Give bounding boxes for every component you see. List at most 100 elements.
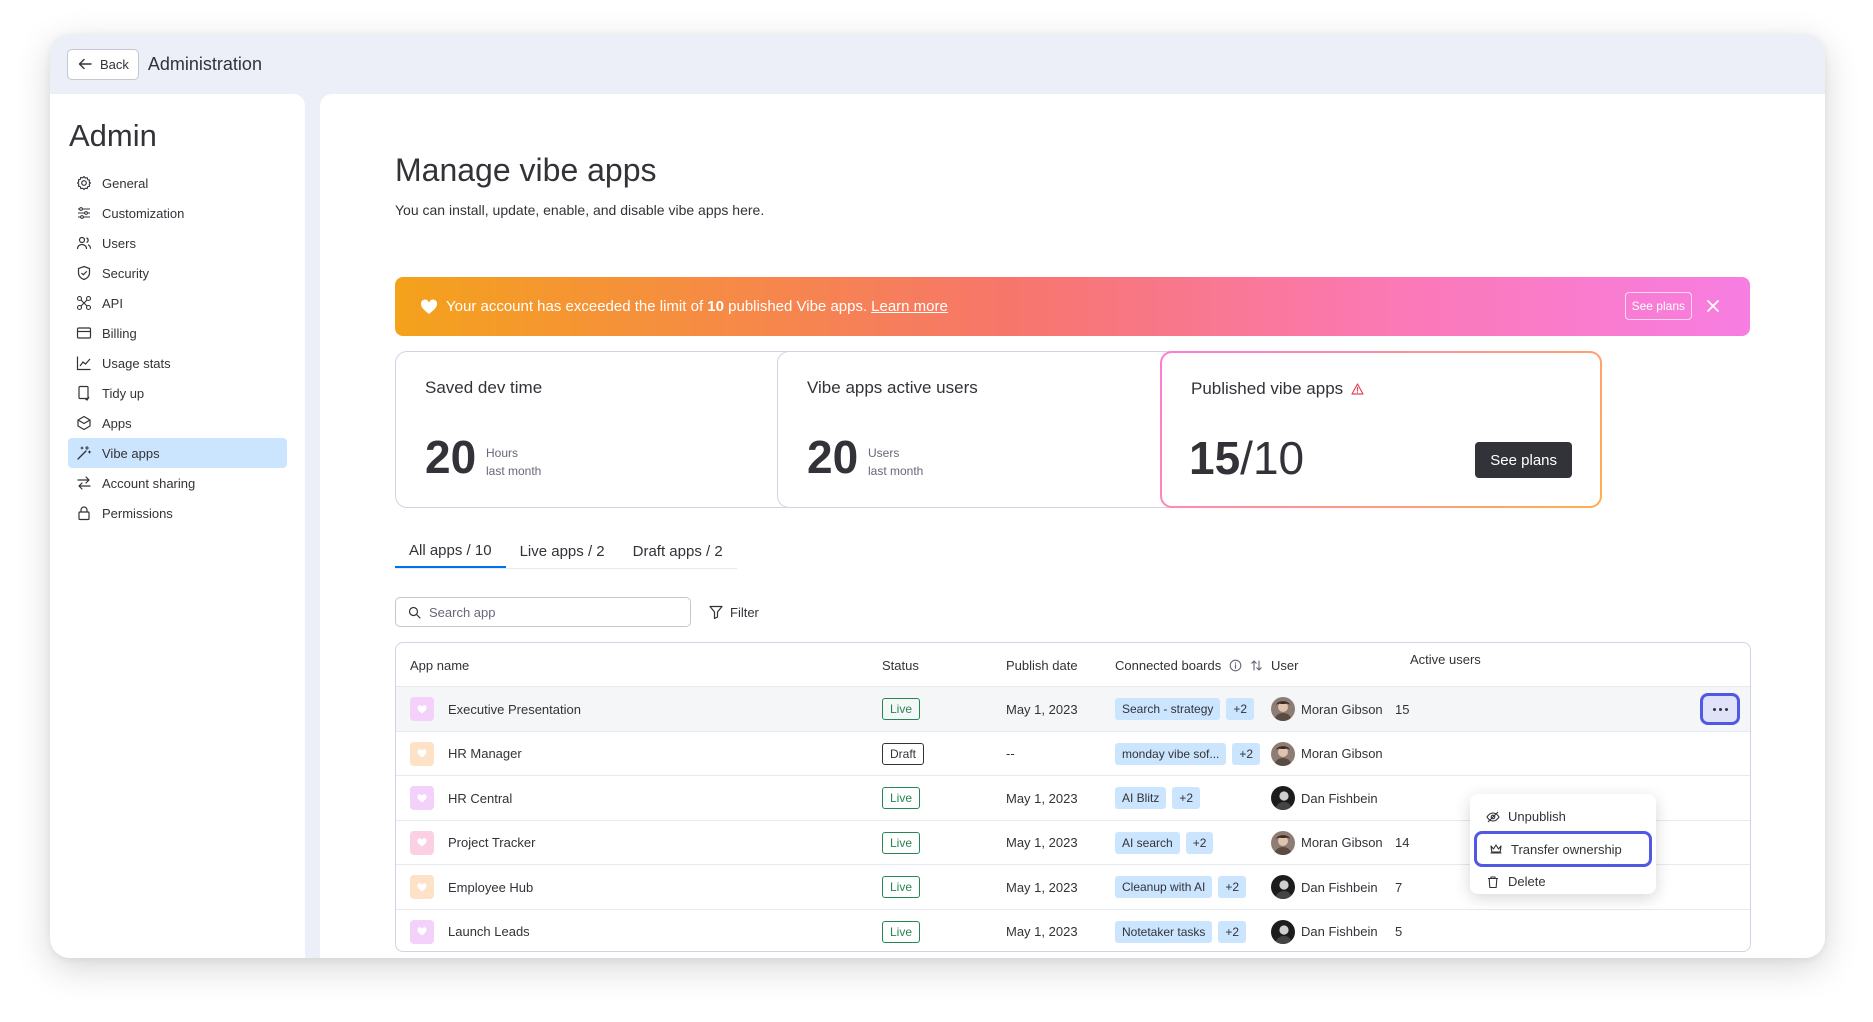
sidebar-item-usage-stats[interactable]: Usage stats: [68, 348, 287, 378]
filter-icon: [709, 605, 723, 620]
more-boards-chip[interactable]: +2: [1218, 876, 1247, 898]
see-plans-button[interactable]: See plans: [1475, 442, 1572, 478]
search-input[interactable]: [429, 604, 669, 620]
more-boards-chip[interactable]: +2: [1226, 698, 1255, 720]
sidebar-item-label: Apps: [102, 415, 132, 431]
sidebar-item-users[interactable]: Users: [68, 228, 287, 258]
status-cell: Live: [882, 821, 921, 865]
sliders-icon: [78, 207, 90, 219]
sidebar-item-security[interactable]: Security: [68, 258, 287, 288]
user-cell: Moran Gibson: [1271, 821, 1383, 865]
transfer-ownership-menu-item[interactable]: Transfer ownership: [1474, 831, 1652, 867]
main-content: Manage vibe apps You can install, update…: [320, 94, 1825, 958]
status-cell: Draft: [882, 732, 925, 776]
top-bar: Back Administration: [50, 34, 1825, 94]
table-row[interactable]: Launch Leads Live May 1, 2023 Notetaker tas…: [396, 910, 1750, 955]
sidebar-title: Admin: [69, 118, 157, 153]
user-name: Moran Gibson: [1301, 701, 1383, 717]
heart-icon: [420, 298, 438, 315]
sidebar-item-apps[interactable]: Apps: [68, 408, 287, 438]
card-unit: Hours last month: [486, 446, 542, 478]
col-active-users[interactable]: Active users: [1410, 637, 1481, 681]
delete-menu-item[interactable]: Delete: [1470, 867, 1656, 896]
boards-cell: Notetaker tasks +2: [1115, 910, 1252, 954]
board-chip[interactable]: Notetaker tasks: [1115, 920, 1213, 943]
tab-all-apps[interactable]: All apps / 10: [395, 534, 506, 568]
board-chip[interactable]: Search - strategy: [1115, 698, 1221, 720]
avatar: [1271, 697, 1295, 721]
table-row[interactable]: Executive Presentation Live May 1, 2023 Sea…: [396, 687, 1750, 732]
app-tabs: All apps / 10 Live apps / 2 Draft apps /…: [395, 534, 737, 569]
crown-icon: [1490, 844, 1502, 854]
table-row[interactable]: HR Manager Draft -- monday vibe sof... +2 Mor…: [396, 732, 1750, 776]
status-cell: Live: [882, 910, 921, 954]
broom-icon: [78, 385, 90, 401]
sidebar-item-account-sharing[interactable]: Account sharing: [68, 468, 287, 498]
col-publish-date[interactable]: Publish date: [1006, 643, 1078, 687]
wand-icon: [77, 445, 92, 460]
menu-item-label: Transfer ownership: [1511, 841, 1622, 857]
boards-cell: AI Blitz +2: [1115, 776, 1206, 820]
shield-icon: [77, 265, 91, 281]
sidebar-item-tidy-up[interactable]: Tidy up: [68, 378, 287, 408]
sidebar-item-label: Vibe apps: [102, 445, 160, 461]
learn-more-link[interactable]: Learn more: [871, 298, 948, 315]
more-boards-chip[interactable]: +2: [1218, 920, 1247, 943]
col-app-name[interactable]: App name: [410, 643, 469, 687]
board-chip[interactable]: Cleanup with AI: [1115, 876, 1213, 898]
close-icon[interactable]: [1704, 297, 1722, 315]
users-icon: [76, 236, 92, 250]
puzzle-icon: [77, 415, 91, 431]
tab-draft-apps[interactable]: Draft apps / 2: [619, 534, 737, 568]
table-header: App name Status Publish date Connected b…: [396, 643, 1750, 687]
status-badge: Live: [882, 920, 921, 943]
more-actions-button[interactable]: [1700, 693, 1740, 725]
user-cell: Moran Gibson: [1271, 687, 1383, 731]
gear-icon: [76, 175, 92, 191]
sidebar-item-label: General: [102, 175, 149, 191]
avatar: [1271, 786, 1295, 810]
board-chip[interactable]: AI Blitz: [1115, 787, 1167, 809]
col-connected-boards[interactable]: Connected boards: [1115, 643, 1263, 687]
sidebar-item-label: Security: [102, 265, 149, 281]
app-name: Launch Leads: [448, 924, 530, 939]
window-title: Administration: [147, 53, 262, 74]
user-cell: Dan Fishbein: [1271, 776, 1378, 820]
more-boards-chip[interactable]: +2: [1185, 831, 1214, 854]
more-boards-chip[interactable]: +2: [1232, 742, 1261, 765]
app-heart-icon: [410, 919, 434, 944]
active-users-value: 5: [1395, 924, 1403, 939]
sidebar-item-permissions[interactable]: Permissions: [68, 498, 287, 528]
info-icon[interactable]: [1229, 659, 1242, 672]
boards-cell: AI search +2: [1115, 821, 1219, 865]
limit-banner: Your account has exceeded the limit of 1…: [395, 277, 1750, 336]
sidebar-item-customization[interactable]: Customization: [68, 198, 287, 228]
sidebar-item-api[interactable]: API: [68, 288, 287, 318]
app-name-cell: Employee Hub: [410, 865, 533, 909]
filter-button[interactable]: Filter: [708, 599, 759, 625]
col-status[interactable]: Status: [882, 643, 919, 687]
banner-see-plans-button[interactable]: See plans: [1624, 292, 1692, 320]
user-name: Moran Gibson: [1301, 746, 1383, 761]
user-name: Dan Fishbein: [1301, 924, 1378, 939]
avatar: [1271, 741, 1295, 766]
sort-icon[interactable]: [1250, 659, 1263, 672]
page-title: Manage vibe apps: [395, 152, 657, 188]
active-users-card: Vibe apps active users 20 Users last mont…: [777, 351, 1218, 508]
boards-cell: Search - strategy +2: [1115, 687, 1260, 731]
sidebar-item-vibe-apps[interactable]: Vibe apps: [68, 438, 287, 468]
back-label: Back: [100, 56, 129, 72]
app-name-cell: HR Manager: [410, 732, 522, 776]
more-boards-chip[interactable]: +2: [1172, 787, 1201, 809]
status-cell: Live: [882, 776, 921, 820]
board-chip[interactable]: AI search: [1115, 831, 1180, 854]
unpublish-menu-item[interactable]: Unpublish: [1470, 802, 1656, 831]
sidebar-item-label: Permissions: [102, 505, 173, 521]
col-user[interactable]: User: [1271, 643, 1298, 687]
sidebar-item-billing[interactable]: Billing: [68, 318, 287, 348]
tab-live-apps[interactable]: Live apps / 2: [506, 534, 619, 568]
publish-date: May 1, 2023: [1006, 790, 1078, 806]
sidebar-item-general[interactable]: General: [68, 168, 287, 198]
board-chip[interactable]: monday vibe sof...: [1115, 742, 1227, 765]
back-button[interactable]: Back: [67, 48, 139, 80]
